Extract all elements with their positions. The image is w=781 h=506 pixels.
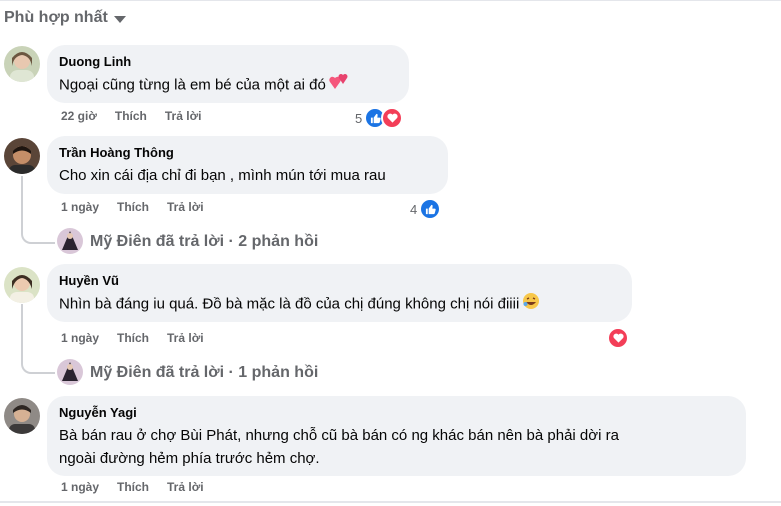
comment-actions: 22 giờ Thích Trả lời	[61, 109, 219, 123]
comment-author[interactable]: Huyền Vũ	[59, 272, 620, 289]
reply-button[interactable]: Trả lời	[167, 331, 204, 345]
reaction-summary[interactable]: 5	[355, 107, 404, 129]
avatar[interactable]	[4, 267, 40, 303]
reply-button[interactable]: Trả lời	[165, 109, 202, 123]
laughing-emoji-icon	[522, 292, 540, 317]
comment-bubble: Nguyễn Yagi Bà bán rau ở chợ Bùi Phát, n…	[47, 396, 746, 476]
comment-text-line: ngoài đường hẻm phía trước hẻm chợ.	[59, 450, 320, 467]
bottom-divider	[0, 501, 781, 503]
reaction-summary[interactable]	[607, 327, 629, 349]
caret-down-icon	[113, 16, 126, 23]
avatar[interactable]	[4, 398, 40, 434]
comment-bubble: Huyền Vũ Nhìn bà đáng iu quá. Đồ bà mặc …	[47, 264, 632, 322]
comment-time[interactable]: 1 ngày	[61, 200, 99, 214]
comment-text: Nhìn bà đáng iu quá. Đồ bà mặc là đồ của…	[59, 295, 520, 313]
like-button[interactable]: Thích	[115, 109, 147, 123]
like-icon	[419, 198, 442, 220]
comment-bubble: Trần Hoàng Thông Cho xin cái địa chỉ đi …	[47, 136, 448, 194]
replier-avatar[interactable]	[57, 228, 83, 254]
comment-actions: 1 ngày Thích Trả lời	[61, 480, 222, 494]
like-button[interactable]: Thích	[117, 331, 149, 345]
comment-time[interactable]: 1 ngày	[61, 480, 99, 494]
love-icon	[607, 327, 629, 349]
comment-time[interactable]: 1 ngày	[61, 331, 99, 345]
comment-actions: 1 ngày Thích Trả lời	[61, 200, 222, 214]
comment-actions: 1 ngày Thích Trả lời	[61, 331, 222, 345]
reply-button[interactable]: Trả lời	[167, 200, 204, 214]
top-divider	[0, 0, 781, 1]
reply-button[interactable]: Trả lời	[167, 480, 204, 494]
comment-time[interactable]: 22 giờ	[61, 109, 97, 123]
comment-author[interactable]: Trần Hoàng Thông	[59, 144, 436, 161]
like-button[interactable]: Thích	[117, 200, 149, 214]
avatar[interactable]	[4, 138, 40, 174]
view-replies-link[interactable]: Mỹ Điên đã trả lời · 1 phản hồi	[90, 364, 318, 382]
reaction-summary[interactable]: 4	[410, 198, 442, 220]
comment-author[interactable]: Nguyễn Yagi	[59, 404, 734, 421]
love-icon	[381, 107, 404, 129]
reaction-count: 4	[410, 201, 418, 217]
avatar[interactable]	[4, 46, 40, 82]
like-button[interactable]: Thích	[117, 480, 149, 494]
comment-text: Ngoại cũng từng là em bé của một ai đó	[59, 76, 326, 94]
sort-label: Phù hợp nhất	[4, 9, 108, 26]
comment-text: Cho xin cái địa chỉ đi bạn , mình mún tớ…	[59, 167, 386, 184]
comment-author[interactable]: Duong Linh	[59, 53, 397, 70]
comment-text-line: Bà bán rau ở chợ Bùi Phát, nhưng chỗ cũ …	[59, 427, 619, 444]
replier-avatar[interactable]	[57, 359, 83, 385]
view-replies-link[interactable]: Mỹ Điên đã trả lời · 2 phản hồi	[90, 233, 318, 251]
comment-bubble: Duong Linh Ngoại cũng từng là em bé của …	[47, 45, 409, 103]
sort-dropdown[interactable]: Phù hợp nhất	[4, 9, 126, 27]
two-hearts-emoji-icon	[329, 73, 349, 98]
reaction-count: 5	[355, 110, 363, 126]
